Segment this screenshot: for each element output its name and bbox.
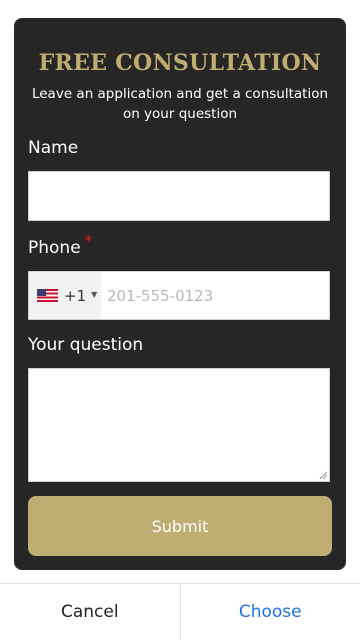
submit-label: Submit [151, 516, 209, 536]
phone-placeholder-text: 201-555-0123 [107, 286, 214, 305]
choose-label: Choose [238, 602, 302, 622]
dial-code: +1 [64, 286, 87, 305]
form-title: FREE CONSULTATION [38, 50, 322, 76]
consultation-form-card: FREE CONSULTATION Leave an application a… [14, 18, 346, 570]
cancel-label: Cancel [60, 602, 119, 622]
cancel-button[interactable]: Cancel [0, 584, 181, 640]
name-label: Name [28, 138, 78, 158]
required-mark: * [84, 232, 93, 250]
form-subtitle: Leave an application and get a consultat… [31, 86, 329, 122]
name-label-text: Name [28, 138, 79, 158]
phone-label-text: Phone [28, 238, 81, 258]
country-code-selector[interactable]: +1 ▼ [29, 272, 101, 319]
submit-button[interactable]: Submit [28, 496, 332, 556]
question-label-text: Your question [28, 335, 144, 355]
phone-label: Phone * [28, 232, 92, 258]
phone-input[interactable]: 201-555-0123 [107, 272, 213, 319]
chevron-down-icon: ▼ [91, 290, 98, 299]
resize-grip-icon[interactable] [319, 471, 327, 479]
dialog-action-bar: Cancel Choose [0, 583, 360, 640]
name-input[interactable] [28, 171, 330, 221]
phone-input-group: +1 ▼ 201-555-0123 [28, 271, 330, 320]
us-flag-icon [37, 289, 58, 302]
question-textarea[interactable] [28, 368, 330, 482]
top-strip [0, 0, 360, 18]
question-label: Your question [28, 335, 143, 355]
choose-button[interactable]: Choose [181, 584, 360, 640]
